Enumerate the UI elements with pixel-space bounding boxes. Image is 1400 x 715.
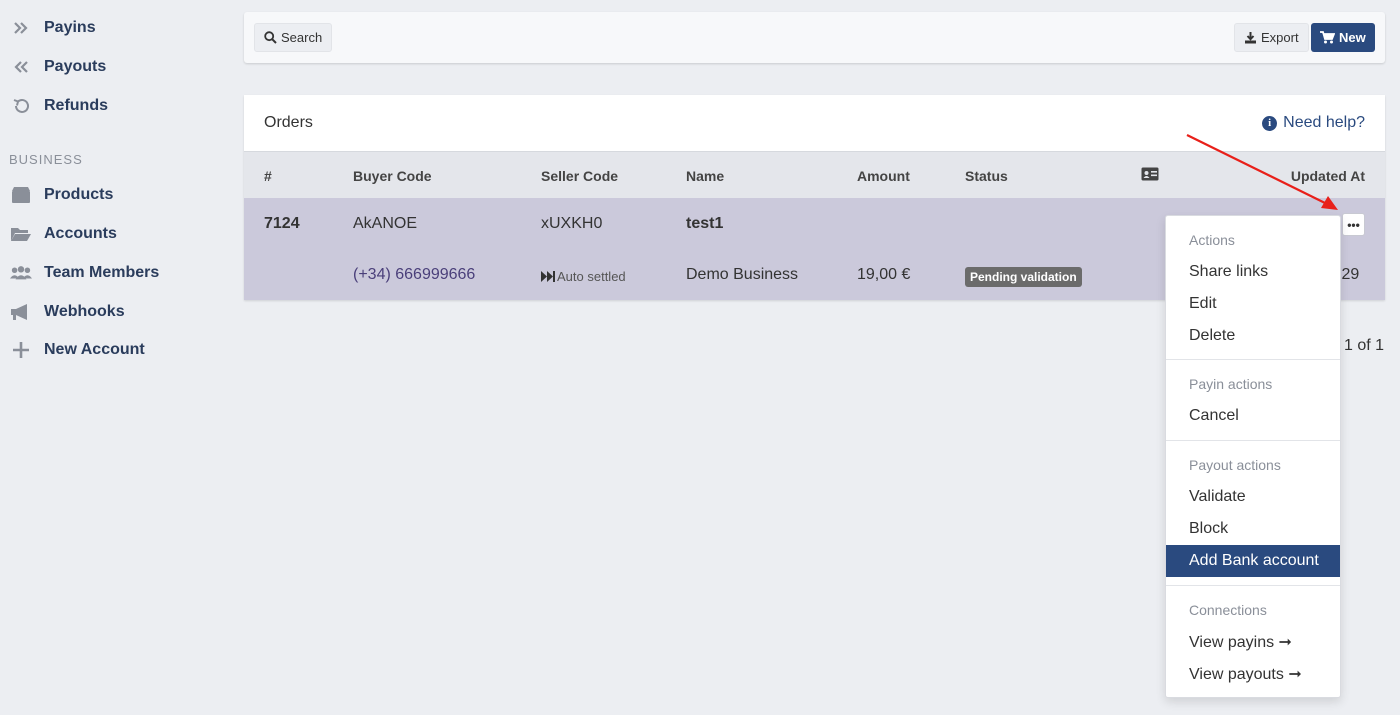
panel-title: Orders: [264, 114, 313, 131]
sidebar-item-accounts[interactable]: Accounts: [10, 219, 117, 249]
column-header-id[interactable]: #: [264, 168, 272, 184]
sidebar-item-payins[interactable]: Payins: [10, 13, 96, 43]
menu-item-edit[interactable]: Edit: [1166, 288, 1340, 320]
column-header-buyer-code[interactable]: Buyer Code: [353, 168, 432, 184]
fast-forward-icon: [541, 271, 555, 282]
need-help-label: Need help?: [1283, 114, 1365, 131]
column-header-name[interactable]: Name: [686, 168, 724, 184]
menu-item-block[interactable]: Block: [1166, 513, 1340, 545]
sidebar-item-payouts[interactable]: Payouts: [10, 52, 106, 82]
box-icon: [10, 184, 32, 206]
pagination: 1 of 1: [1344, 337, 1385, 354]
menu-item-view-payouts[interactable]: View payouts ➞: [1166, 658, 1340, 690]
column-header-updated-at[interactable]: Updated At: [1291, 168, 1365, 184]
folder-icon: [10, 223, 32, 245]
seller-code: xUXKH0: [541, 215, 603, 232]
menu-divider: [1166, 440, 1340, 441]
cart-icon: [1320, 31, 1335, 44]
users-icon: [10, 262, 32, 284]
undo-icon: [10, 95, 32, 117]
order-id: 7124: [264, 215, 300, 232]
sidebar-item-label: Products: [44, 186, 114, 203]
sidebar-item-label: Accounts: [44, 225, 117, 242]
sidebar-item-label: Payins: [44, 19, 96, 36]
sidebar-item-label: New Account: [44, 341, 145, 358]
menu-item-cancel[interactable]: Cancel: [1166, 400, 1340, 432]
sidebar-section-title: BUSINESS: [9, 152, 83, 167]
business-name: Demo Business: [686, 266, 799, 283]
buyer-phone[interactable]: (+34) 666999666: [353, 266, 475, 284]
search-button-label: Search: [281, 30, 323, 45]
export-button[interactable]: Export: [1234, 23, 1309, 52]
column-header-amount[interactable]: Amount: [857, 168, 910, 184]
double-chevron-right-icon: [10, 17, 32, 39]
double-chevron-left-icon: [10, 56, 32, 78]
megaphone-icon: [10, 301, 32, 323]
status-badge: Pending validation: [965, 267, 1082, 287]
sidebar-item-new-account[interactable]: New Account: [10, 335, 145, 365]
sidebar-item-products[interactable]: Products: [10, 180, 113, 210]
actions-dropdown: Actions Share links Edit Delete Payin ac…: [1165, 215, 1341, 698]
search-icon: [264, 31, 277, 44]
search-button[interactable]: Search: [254, 23, 333, 52]
sidebar: Payins Payouts Refunds BUSINESS Products…: [0, 0, 230, 715]
id-card-icon: [1141, 167, 1159, 186]
menu-item-validate[interactable]: Validate: [1166, 481, 1340, 513]
menu-divider: [1166, 585, 1340, 586]
row-actions-button[interactable]: •••: [1342, 213, 1365, 236]
table-header: # Buyer Code Seller Code Name Amount Sta…: [244, 151, 1385, 198]
need-help-link[interactable]: i Need help?: [1262, 114, 1365, 132]
toolbar: Search Export New: [244, 12, 1385, 63]
sidebar-item-label: Webhooks: [44, 303, 125, 320]
order-amount: 19,00 €: [857, 266, 911, 283]
sidebar-item-webhooks[interactable]: Webhooks: [10, 297, 125, 327]
column-header-seller-code[interactable]: Seller Code: [541, 168, 618, 184]
sidebar-item-team-members[interactable]: Team Members: [10, 258, 159, 288]
settlement-label: Auto settled: [557, 269, 626, 284]
ellipsis-icon: •••: [1347, 217, 1360, 232]
dropdown-header-actions: Actions: [1189, 232, 1235, 248]
settlement-type: Auto settled: [541, 269, 626, 284]
info-icon: i: [1262, 115, 1278, 131]
column-header-status[interactable]: Status: [965, 168, 1008, 184]
sidebar-item-label: Refunds: [44, 97, 108, 114]
new-button-label: New: [1339, 30, 1366, 45]
menu-item-view-payins[interactable]: View payins ➞: [1166, 626, 1340, 658]
sidebar-item-label: Team Members: [44, 264, 160, 281]
menu-item-share-links[interactable]: Share links: [1166, 256, 1340, 288]
menu-item-add-bank-account[interactable]: Add Bank account: [1166, 545, 1340, 577]
dropdown-header-payout-actions: Payout actions: [1189, 457, 1281, 473]
new-button[interactable]: New: [1311, 23, 1375, 52]
buyer-code: AkANOE: [353, 215, 418, 232]
dropdown-header-connections: Connections: [1189, 602, 1267, 618]
export-button-label: Export: [1261, 30, 1299, 45]
menu-item-delete[interactable]: Delete: [1166, 320, 1340, 352]
download-icon: [1245, 32, 1256, 44]
order-name: test1: [686, 215, 724, 232]
menu-divider: [1166, 359, 1340, 360]
plus-icon: [10, 339, 32, 361]
sidebar-item-label: Payouts: [44, 58, 107, 75]
dropdown-header-payin-actions: Payin actions: [1189, 376, 1273, 392]
sidebar-item-refunds[interactable]: Refunds: [10, 91, 108, 121]
